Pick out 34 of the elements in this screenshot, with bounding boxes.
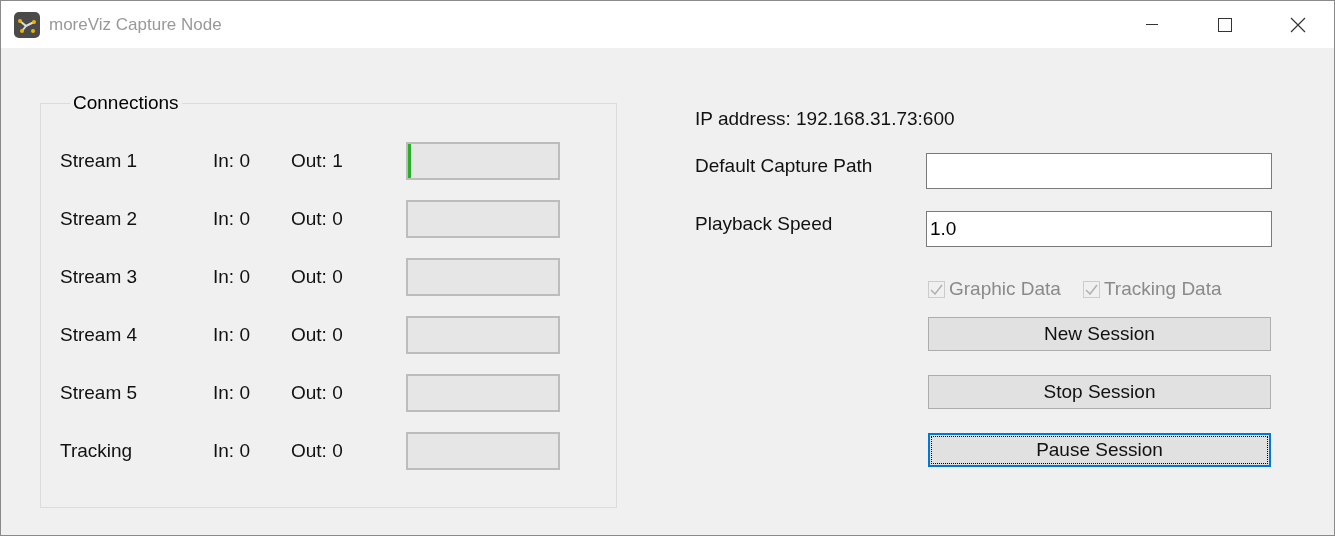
- check-icon: [1084, 283, 1098, 295]
- check-icon: [930, 283, 943, 295]
- in-count: In: 0: [213, 382, 251, 404]
- ip-address: IP address: 192.168.31.73:600: [695, 108, 956, 131]
- maximize-icon: [1217, 17, 1232, 32]
- stream-name: Stream 1: [60, 150, 139, 172]
- group-title: Connections: [72, 92, 180, 114]
- in-count: In: 0: [213, 440, 251, 462]
- out-count: Out: 0: [291, 324, 344, 346]
- out-count: Out: 0: [291, 382, 344, 404]
- session-button[interactable]: Pause Session: [928, 433, 1271, 467]
- out-count: Out: 0: [291, 208, 344, 230]
- input-field[interactable]: [926, 153, 1272, 189]
- field-label: Playback Speed: [695, 213, 834, 235]
- close-icon: [1289, 16, 1306, 33]
- input-field[interactable]: 1.0: [926, 211, 1272, 247]
- stream-name: Stream 3: [60, 266, 139, 288]
- session-button[interactable]: Stop Session: [928, 375, 1271, 409]
- stream-name: Stream 4: [60, 324, 139, 346]
- in-count: In: 0: [213, 266, 251, 288]
- out-count: Out: 0: [291, 440, 344, 462]
- out-count: Out: 0: [291, 266, 344, 288]
- in-count: In: 0: [213, 324, 251, 346]
- stream-name: Stream 5: [60, 382, 139, 404]
- in-count: In: 0: [213, 208, 251, 230]
- window-title: moreViz Capture Node: [49, 14, 223, 35]
- session-button[interactable]: New Session: [928, 317, 1271, 351]
- out-count: Out: 1: [291, 150, 344, 172]
- stream-name: Stream 2: [60, 208, 139, 230]
- in-count: In: 0: [213, 150, 251, 172]
- minimize-icon: [1145, 23, 1158, 26]
- stream-name: Tracking: [60, 440, 134, 462]
- field-label: Default Capture Path: [695, 155, 874, 177]
- app-icon: [14, 11, 40, 38]
